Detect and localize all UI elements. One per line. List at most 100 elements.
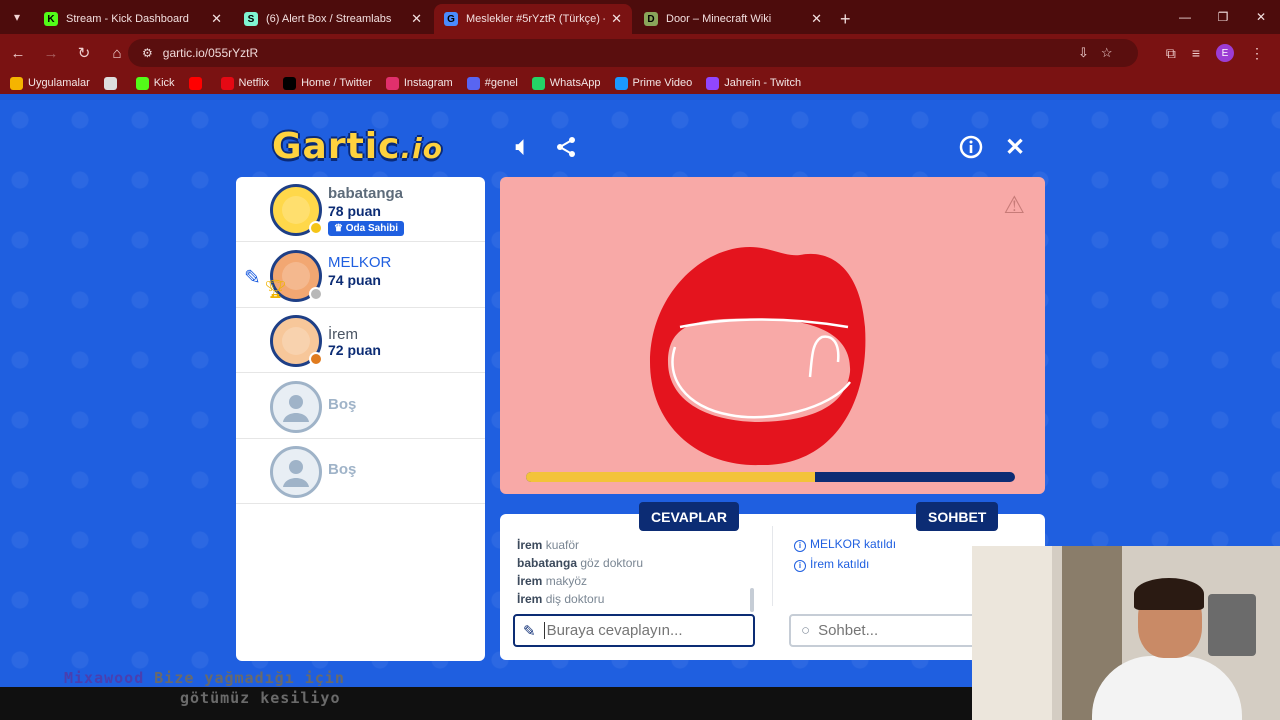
chat-text: katıldı xyxy=(864,537,897,551)
answer-field[interactable]: ✎ xyxy=(513,614,755,647)
tab-close-icon[interactable]: ✕ xyxy=(611,11,622,27)
answer-user: İrem xyxy=(517,574,543,588)
media-icon[interactable]: ≡ xyxy=(1192,45,1200,61)
bookmark-label: #genel xyxy=(484,77,518,89)
whatsapp-icon xyxy=(531,76,545,90)
chat-list: i MELKOR katıldı i İrem katıldı xyxy=(794,534,896,574)
back-icon[interactable]: ← xyxy=(3,45,33,62)
answer-user: İrem xyxy=(517,592,543,606)
status-dot xyxy=(309,352,323,366)
window-controls: — ❐ ✕ xyxy=(1166,0,1280,34)
bookmark-label: Instagram xyxy=(403,77,453,89)
info-icon: i xyxy=(794,540,806,552)
answers-scrollbar[interactable] xyxy=(750,588,754,612)
omnibox-actions: ⇩ ☆ xyxy=(1078,39,1113,67)
menu-kebab-icon[interactable]: ⋮ xyxy=(1250,45,1264,62)
tab-close-icon[interactable]: ✕ xyxy=(211,11,222,27)
address-bar[interactable]: ⚙ gartic.io/055rYztR xyxy=(128,39,1138,67)
room-owner-badge: ♛ Oda Sahibi xyxy=(328,221,404,236)
tab-favicon-icon: K xyxy=(44,12,58,26)
site-info-icon[interactable]: ⚙ xyxy=(142,46,153,60)
bookmark-label: Kick xyxy=(153,77,175,89)
bookmark-item[interactable] xyxy=(103,76,122,90)
new-tab-button[interactable]: + xyxy=(840,4,851,34)
bookmark-item[interactable] xyxy=(188,76,207,90)
chat-user: MELKOR xyxy=(810,537,861,551)
player-score: 78 puan xyxy=(328,203,381,219)
gartic-logo[interactable]: Gartic.io xyxy=(272,126,443,167)
install-app-icon[interactable]: ⇩ xyxy=(1078,45,1089,61)
browser-tab[interactable]: G Meslekler #5rYztR (Türkçe) - Ga ✕ xyxy=(434,4,632,34)
extensions-icon[interactable]: ⧉ xyxy=(1166,45,1176,62)
bookmark-item[interactable]: Uygulamalar xyxy=(10,76,90,90)
chat-input[interactable] xyxy=(818,622,969,639)
player-score: 74 puan xyxy=(328,271,381,288)
close-window-icon[interactable]: ✕ xyxy=(1242,10,1280,24)
answer-input[interactable] xyxy=(543,622,734,639)
player-name: MELKOR xyxy=(328,253,392,271)
webcam-overlay xyxy=(972,546,1280,720)
chat-tab[interactable]: SOHBET xyxy=(916,502,999,531)
bookmark-label: Home / Twitter xyxy=(301,77,372,89)
player-row[interactable]: babatanga 78 puan ♛ Oda Sahibi xyxy=(236,177,485,242)
bookmark-item[interactable]: Prime Video xyxy=(614,76,693,90)
tab-close-icon[interactable]: ✕ xyxy=(811,11,822,27)
player-score: 72 puan xyxy=(328,342,381,358)
player-row[interactable]: MELKOR 74 puan ✎ 🏆︎ xyxy=(236,243,485,308)
discord-icon xyxy=(466,76,480,90)
info-icon: i xyxy=(794,560,806,572)
player-row[interactable]: Boş xyxy=(236,439,485,504)
reload-icon[interactable]: ↻ xyxy=(69,44,99,62)
player-name: Boş xyxy=(328,461,357,478)
bookmark-item[interactable]: Netflix xyxy=(220,76,270,90)
tab-search-chevron-icon[interactable]: ▾ xyxy=(0,0,34,34)
answer-text: diş doktoru xyxy=(545,592,605,606)
stream-caption: Mixawood Bize yağmadığı için götümüz kes… xyxy=(64,669,345,707)
answer-user: İrem xyxy=(517,538,543,552)
player-row[interactable]: Boş xyxy=(236,374,485,439)
pencil-icon: ✎ xyxy=(523,622,536,640)
chat-field[interactable]: ○ xyxy=(789,614,989,647)
tab-close-icon[interactable]: ✕ xyxy=(411,11,422,27)
browser-tab[interactable]: D Door – Minecraft Wiki ✕ xyxy=(634,4,832,34)
restore-icon[interactable]: ❐ xyxy=(1204,10,1242,24)
bookmark-label: Netflix xyxy=(238,77,270,89)
browser-tab-bar: ▾ K Stream - Kick Dashboard ✕ S (6) Alert Bo… xyxy=(0,0,1280,34)
player-row[interactable]: İrem 72 puan xyxy=(236,308,485,373)
bookmark-label: Prime Video xyxy=(632,77,693,89)
minimize-icon[interactable]: — xyxy=(1166,10,1204,24)
players-panel: babatanga 78 puan ♛ Oda Sahibi MELKOR 74 pua… xyxy=(236,177,485,661)
info-icon[interactable] xyxy=(956,132,986,162)
empty-slot-avatar-icon xyxy=(270,380,322,433)
empty-slot-avatar-icon xyxy=(270,446,322,498)
bookmark-item[interactable]: Instagram xyxy=(385,76,453,90)
apps-icon xyxy=(10,76,23,90)
tab-favicon-icon: S xyxy=(244,12,258,26)
chat-text: katıldı xyxy=(837,557,870,571)
profile-avatar[interactable]: E xyxy=(1216,44,1234,62)
bookmark-item[interactable]: WhatsApp xyxy=(531,76,601,90)
answer-item: İrem makyöz xyxy=(517,572,757,590)
trophy-icon: 🏆︎ xyxy=(264,278,287,299)
status-dot xyxy=(309,286,323,301)
answers-tab[interactable]: CEVAPLAR xyxy=(639,502,739,531)
answer-user: babatanga xyxy=(517,556,578,570)
forward-icon[interactable]: → xyxy=(36,45,66,62)
bookmark-item[interactable]: #genel xyxy=(466,76,518,90)
bookmark-item[interactable]: Home / Twitter xyxy=(283,76,372,90)
browser-tab[interactable]: K Stream - Kick Dashboard ✕ xyxy=(34,4,232,34)
answer-text: göz doktoru xyxy=(580,556,644,570)
share-icon[interactable] xyxy=(551,132,581,162)
sound-icon[interactable]: 🔈︎ xyxy=(508,132,538,162)
bookmark-item[interactable]: Jahrein - Twitch xyxy=(706,76,801,90)
bookmark-item[interactable]: Kick xyxy=(135,76,175,90)
browser-tab[interactable]: S (6) Alert Box / Streamlabs ✕ xyxy=(234,4,432,34)
webcam-person-hair xyxy=(1134,578,1204,610)
bookmark-star-icon[interactable]: ☆ xyxy=(1101,45,1113,61)
exit-game-icon[interactable]: ✕ xyxy=(1000,132,1030,162)
tab-title: Door – Minecraft Wiki xyxy=(666,13,772,25)
round-timer-bar xyxy=(526,472,1015,482)
answer-item: İrem diş doktoru xyxy=(517,590,757,608)
webcam-wall xyxy=(972,546,1052,720)
chat-user: İrem xyxy=(810,557,834,571)
